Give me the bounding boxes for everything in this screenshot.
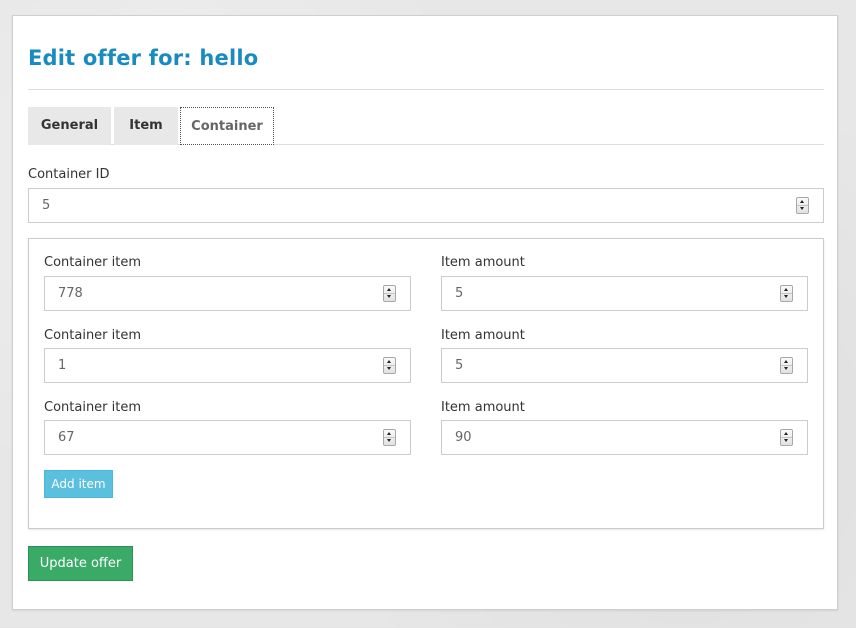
spinner-down-icon[interactable]	[781, 294, 792, 301]
tab-bar: General Item Container	[28, 107, 824, 145]
item-amount-value: 90	[455, 430, 472, 445]
item-amount-label: Item amount	[441, 400, 525, 415]
container-item-value: 67	[58, 430, 75, 445]
container-item-spinner[interactable]	[383, 357, 396, 374]
container-item-input[interactable]: 1	[44, 348, 411, 383]
item-amount-input[interactable]: 90	[441, 420, 808, 455]
item-amount-value: 5	[455, 286, 464, 301]
spinner-down-icon[interactable]	[384, 366, 395, 373]
spinner-down-icon[interactable]	[797, 206, 808, 213]
title-divider	[28, 89, 824, 90]
spinner-up-icon[interactable]	[797, 198, 808, 206]
spinner-up-icon[interactable]	[384, 430, 395, 438]
tab-container[interactable]: Container	[180, 107, 274, 145]
tab-item[interactable]: Item	[114, 107, 178, 145]
spinner-up-icon[interactable]	[781, 286, 792, 294]
container-items-box: Container item 778 Item amount 5 Contain…	[28, 238, 824, 529]
container-item-label: Container item	[44, 255, 142, 270]
container-id-label: Container ID	[28, 167, 110, 182]
spinner-up-icon[interactable]	[781, 430, 792, 438]
item-amount-spinner[interactable]	[780, 357, 793, 374]
container-item-spinner[interactable]	[383, 429, 396, 446]
container-item-label: Container item	[44, 328, 142, 343]
edit-offer-panel: Edit offer for: hello General Item Conta…	[12, 15, 838, 610]
tab-general[interactable]: General	[28, 107, 111, 145]
spinner-down-icon[interactable]	[384, 294, 395, 301]
spinner-down-icon[interactable]	[781, 366, 792, 373]
item-amount-label: Item amount	[441, 328, 525, 343]
item-amount-input[interactable]: 5	[441, 348, 808, 383]
page-title: Edit offer for: hello	[28, 46, 259, 70]
item-amount-spinner[interactable]	[780, 285, 793, 302]
spinner-up-icon[interactable]	[384, 358, 395, 366]
spinner-up-icon[interactable]	[384, 286, 395, 294]
container-item-spinner[interactable]	[383, 285, 396, 302]
container-item-input[interactable]: 67	[44, 420, 411, 455]
item-amount-label: Item amount	[441, 255, 525, 270]
spinner-down-icon[interactable]	[781, 438, 792, 445]
spinner-up-icon[interactable]	[781, 358, 792, 366]
item-amount-spinner[interactable]	[780, 429, 793, 446]
spinner-down-icon[interactable]	[384, 438, 395, 445]
container-item-value: 778	[58, 286, 83, 301]
item-amount-value: 5	[455, 358, 464, 373]
container-id-spinner[interactable]	[796, 197, 809, 214]
update-offer-button[interactable]: Update offer	[28, 546, 133, 581]
container-id-value: 5	[42, 198, 51, 213]
container-item-value: 1	[58, 358, 67, 373]
container-id-input[interactable]: 5	[28, 188, 824, 223]
item-amount-input[interactable]: 5	[441, 276, 808, 311]
container-item-input[interactable]: 778	[44, 276, 411, 311]
add-item-button[interactable]: Add item	[44, 470, 113, 498]
container-item-label: Container item	[44, 400, 142, 415]
